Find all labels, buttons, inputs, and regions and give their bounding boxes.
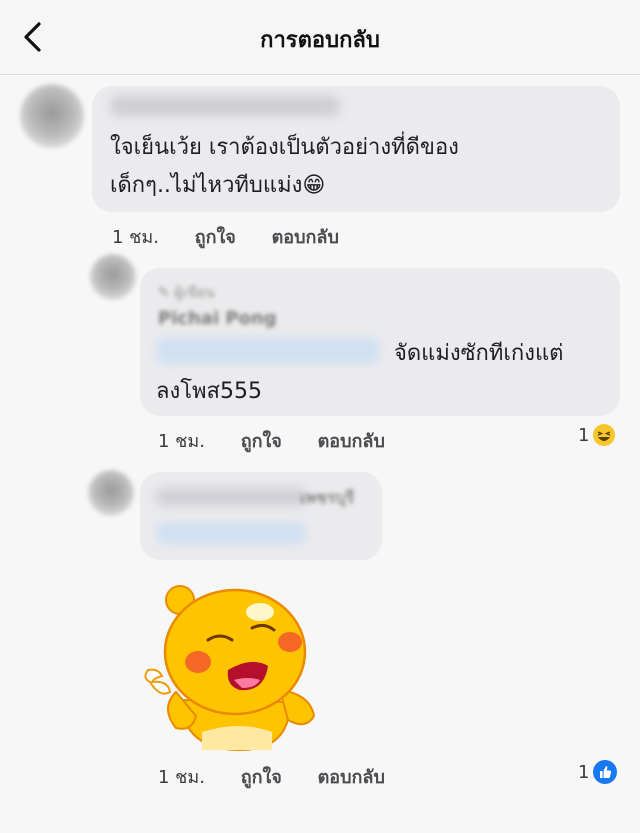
author-badge: ✎ ผู้เขียน [158, 282, 215, 304]
reaction-count: 1 [578, 424, 590, 446]
like-button[interactable]: ถูกใจ [241, 762, 282, 791]
reply-button[interactable]: ตอบกลับ [318, 426, 385, 455]
avatar[interactable] [88, 470, 134, 516]
comment-actions: 1 ชม. ถูกใจ ตอบกลับ [158, 762, 415, 791]
avatar[interactable] [90, 254, 136, 300]
timestamp: 1 ชม. [158, 767, 205, 788]
timestamp: 1 ชม. [112, 227, 159, 248]
like-button[interactable]: ถูกใจ [241, 426, 282, 455]
comment-text-line: จัดแม่งซักทีเก่งแต่ [394, 341, 564, 366]
redacted-author-name [156, 488, 306, 506]
author-name-fragment: เพชรบุรี [300, 488, 355, 507]
comment-actions: 1 ชม. ถูกใจ ตอบกลับ [112, 222, 369, 251]
redacted-author-name [110, 96, 340, 116]
reaction-summary[interactable]: 1 [578, 760, 618, 784]
like-button[interactable]: ถูกใจ [195, 222, 236, 251]
comment-text-line: ใจเย็นเว้ย เราต้องเป็นตัวอย่างที่ดีของ [110, 135, 459, 160]
timestamp: 1 ชม. [158, 431, 205, 452]
like-thumb-icon [593, 760, 618, 784]
laughing-emoji-icon [593, 424, 616, 446]
redacted-mention [156, 338, 380, 364]
reply-button[interactable]: ตอบกลับ [272, 222, 339, 251]
grin-emoji-icon: 😁 [302, 173, 326, 198]
page-title: การตอบกลับ [260, 28, 380, 53]
comment-text-part: เด็กๆ..ไม่ไหวทีบแม่ง [110, 173, 303, 198]
reply-button[interactable]: ตอบกลับ [318, 762, 385, 791]
author-badge-label: ผู้เขียน [174, 285, 215, 301]
reaction-summary[interactable]: 1 [578, 424, 616, 446]
comment-text-line: เด็กๆ..ไม่ไหวทีบแม่ง😁 [110, 168, 325, 204]
sticker-image[interactable] [140, 582, 330, 752]
comment-text-line: ลงโพส555 [156, 379, 262, 404]
redacted-mention [156, 522, 306, 544]
author-name[interactable]: Pichai Pong [158, 308, 277, 329]
header-bar: การตอบกลับ [0, 0, 640, 75]
badge-icon: ✎ [158, 285, 175, 301]
avatar[interactable] [20, 84, 84, 148]
comment-actions: 1 ชม. ถูกใจ ตอบกลับ [158, 426, 415, 455]
reaction-count: 1 [578, 761, 590, 783]
